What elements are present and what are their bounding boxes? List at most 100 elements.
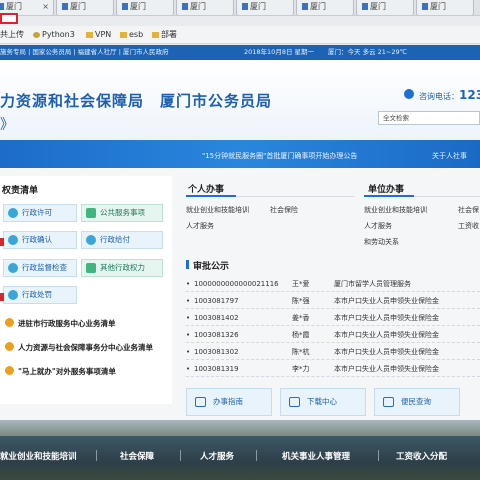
button-label: 行政确认 [22,235,52,244]
approval-heading: 审批公示 [193,262,230,272]
heading-marker [186,260,189,269]
nav-item[interactable]: 就业创业和技能培训 [0,450,77,462]
approval-id: 1003081319 [194,365,239,373]
button-label: 办事指南 [213,397,243,406]
row-bullet: • [186,348,191,356]
query-icon [383,397,394,407]
row-bullet: • [186,314,191,322]
applicant-name: 王*爱 [292,280,310,288]
browser-tab[interactable]: 厦门 [176,0,234,15]
browser-tab[interactable]: 厦门 [356,0,414,15]
table-row[interactable]: • 1003081797 陈*强 本市户口失业人员申领失业保险金 [186,293,480,309]
table-row[interactable]: • 1003081402 姜*香 本市户口失业人员申领失业保险金 [186,310,480,326]
browser-tab[interactable]: 厦门 [296,0,354,15]
personal-category[interactable]: 就业创业和技能培训 [186,205,249,215]
personal-category[interactable]: 人才服务 [186,221,214,231]
table-row[interactable]: • 1003081319 李*力 本市户口失业人员申领失业保险金 [186,361,480,377]
approval-item: 本市户口失业人员申领失业保险金 [334,297,439,305]
bookmark-item[interactable]: esb [120,26,143,44]
folder-icon [120,32,127,38]
public-query-button[interactable]: 便民查询 [374,388,460,416]
button-label: 行政给付 [100,235,130,244]
site-title-line2: 》 [0,117,14,133]
site-favicon-icon [422,3,428,10]
admin-payment-button[interactable]: 行政给付 [81,231,163,249]
approval-id: 1000000000000021116 [194,280,279,288]
public-service-button[interactable]: 公共服务事项 [81,204,163,222]
bookmark-item[interactable]: 共上传 [0,26,24,44]
service-list-link[interactable]: 进驻市行政服务中心业务清单 [5,318,116,329]
admin-confirm-button[interactable]: 行政确认 [3,231,77,249]
nav-separator [256,450,257,461]
button-label: 其他行政权力 [100,263,145,272]
applicant-name: 李*力 [292,365,310,373]
nav-item[interactable]: 机关事业人事管理 [282,450,350,462]
service-list-link[interactable]: "马上就办"对外服务事项清单 [5,366,116,377]
approval-item: 本市户口失业人员申领失业保险金 [334,365,439,373]
python-icon [33,32,40,38]
personal-category[interactable]: 社会保险 [270,205,298,215]
table-row[interactable]: • 1003081302 陈*杭 本市户口失业人员申领失业保险金 [186,344,480,360]
nav-item[interactable]: 工资收入分配 [396,450,447,462]
tab-label: 厦门 [310,2,326,11]
admin-penalty-button[interactable]: 行政处罚 [3,286,77,304]
browser-tab[interactable]: 厦门 [116,0,174,15]
approval-item: 厦门市留学人员管理服务 [334,280,411,288]
service-guide-button[interactable]: 办事指南 [186,388,272,416]
payment-icon [86,235,96,245]
red-marker [0,293,4,301]
browser-tab[interactable]: 厦门 [236,0,294,15]
bookmark-item[interactable]: 部署 [152,26,177,44]
table-row[interactable]: • 1000000000000021116 王*爱 厦门市留学人员管理服务 [186,276,480,292]
row-bullet: • [186,280,191,288]
bookmarks-bar: 共上传 Python3 VPN esb 部署 [0,26,480,44]
nav-item[interactable]: 社会保障 [120,450,154,462]
hotline-label: 咨询电话： [419,92,459,101]
browser-tab[interactable]: 厦门 [416,0,474,15]
admin-license-button[interactable]: 行政许可 [3,204,77,222]
approval-id: 1003081797 [194,297,239,305]
personal-services-heading[interactable]: 个人办事 [188,182,224,195]
button-label: 行政许可 [22,208,52,217]
applicant-name: 杨*霞 [292,331,310,339]
approval-id: 1003081302 [194,348,239,356]
approval-id: 1003081326 [194,331,239,339]
rights-list-heading: 权责清单 [2,186,39,196]
admin-inspection-button[interactable]: 行政监督检查 [3,259,77,277]
search-input[interactable]: 全文检索 [378,111,480,125]
site-favicon-icon [0,3,4,10]
weather-text: 厦门：今天 多云 21~29℃ [328,48,407,56]
tab-label: 厦门 [370,2,386,11]
unit-category[interactable]: 和劳动关系 [364,237,399,247]
service-list-link[interactable]: 人力资源与社会保障事务分中心业务清单 [5,342,153,353]
unit-category[interactable]: 就业创业和技能培训 [364,205,427,215]
top-links[interactable]: 施务专局 | 国家公务员局 | 福建省人社厅 | 厦门市人民政府 [0,45,168,60]
tab-label: 厦门 [430,2,446,11]
bookmark-item[interactable]: VPN [86,26,111,44]
unit-category[interactable]: 人才服务 [364,221,392,231]
close-icon[interactable]: × [42,0,49,14]
download-center-button[interactable]: 下载中心 [280,388,366,416]
approval-item: 本市户口失业人员申领失业保险金 [334,348,439,356]
table-row[interactable]: • 1003081326 杨*霞 本市户口失业人员申领失业保险金 [186,327,480,343]
list-icon [5,366,14,375]
list-icon [5,318,14,327]
unit-category[interactable]: 工资收 [458,221,479,231]
button-label: 公共服务事项 [100,208,145,217]
selection-highlight-box [0,13,18,24]
nav-item[interactable]: 人才服务 [200,450,234,462]
unit-category[interactable]: 社会保 [458,205,479,215]
notice-link[interactable]: "15分钟就民服务圈"首批厦门确事项开始办理公告 [202,151,357,161]
bookmark-item[interactable]: Python3 [33,26,75,44]
red-marker [0,238,4,246]
unit-services-heading[interactable]: 单位办事 [368,182,404,195]
date-text: 2018年10月8日 星期一 [244,48,315,56]
confirm-icon [8,235,18,245]
browser-tab[interactable]: 厦门 [56,0,114,15]
other-power-button[interactable]: 其他行政权力 [81,259,163,277]
site-favicon-icon [302,3,308,10]
notice-link[interactable]: 关于人社事 [432,151,467,161]
approval-item: 本市户口失业人员申领失业保险金 [334,331,439,339]
bookmark-label: esb [129,30,144,39]
browser-tab-strip: 厦门 × 厦门 厦门 厦门 厦门 厦门 厦门 厦门 [0,0,480,16]
